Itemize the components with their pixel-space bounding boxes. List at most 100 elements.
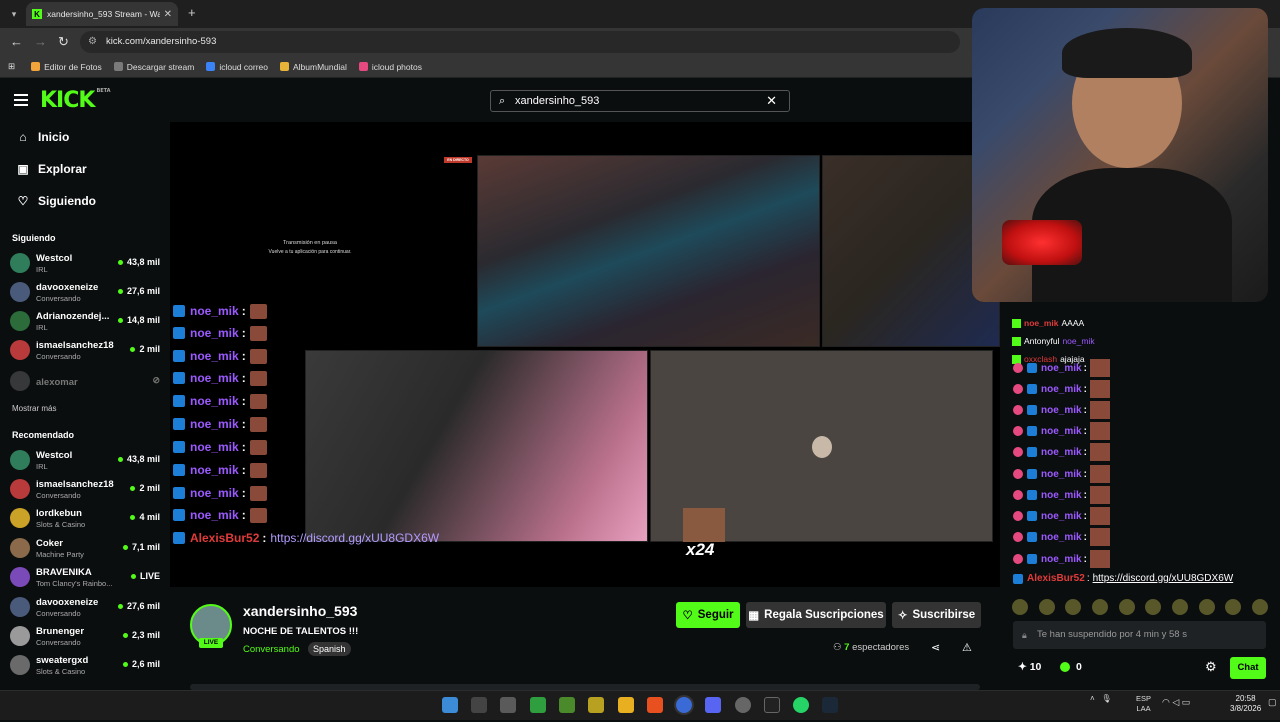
sidebar-channel[interactable]: sweatergxd Slots & Casino 2,6 mil: [10, 653, 160, 679]
sidebar-channel[interactable]: Adrianozendej... IRL 14,8 mil: [10, 309, 160, 335]
back-icon[interactable]: ←: [10, 34, 23, 50]
bookmark-item[interactable]: icloud photos: [358, 62, 422, 72]
close-tab-icon[interactable]: ✕: [164, 9, 172, 20]
notification-icon[interactable]: ▢: [1268, 697, 1277, 708]
sidebar-channel[interactable]: Westcol IRL 43,8 mil: [10, 251, 160, 277]
recommended-heading: Recomendado: [12, 430, 75, 440]
sidebar-channel[interactable]: davooxeneize Conversando 27,6 mil: [10, 280, 160, 306]
menu-icon[interactable]: [14, 94, 28, 106]
wifi-icon[interactable]: ◠ ◁ ▭: [1162, 697, 1190, 708]
channel-name[interactable]: xandersinho_593: [243, 603, 357, 619]
chat-line: noe_mik:: [1013, 421, 1110, 441]
emote[interactable]: [1012, 599, 1028, 615]
apps-icon[interactable]: ⊞: [8, 61, 15, 72]
language-tag[interactable]: Spanish: [308, 642, 351, 656]
chat-input[interactable]: 🔒︎ Te han suspendido por 4 min y 58 s: [1013, 621, 1266, 649]
sidebar-channel[interactable]: ismaelsanchez18 Conversando 2 mil: [10, 338, 160, 364]
emote[interactable]: [1038, 599, 1055, 615]
sidebar-channel[interactable]: BRAVENIKA Tom Clancy's Rainbo... LIVE: [10, 565, 160, 591]
bookmark-item[interactable]: Editor de Fotos: [31, 62, 102, 72]
viewer-count: ⚇ 7 espectadores: [833, 642, 910, 653]
start-icon[interactable]: [442, 697, 458, 713]
task-view-icon[interactable]: [471, 697, 487, 713]
sidebar-channel[interactable]: Brunenger Conversando 2,3 mil: [10, 624, 160, 650]
sidebar-channel[interactable]: ismaelsanchez18 Conversando 2 mil: [10, 477, 160, 503]
chat-send-button[interactable]: Chat: [1230, 657, 1266, 679]
badge-icon: [173, 464, 185, 476]
emote[interactable]: [1065, 599, 1082, 615]
bookmark-item[interactable]: icloud correo: [206, 62, 268, 72]
emote[interactable]: [1225, 599, 1242, 615]
badge-icon: [1013, 573, 1023, 584]
whatsapp-icon[interactable]: [793, 697, 809, 713]
emote: [249, 485, 267, 501]
kick-coins[interactable]: 0: [1060, 661, 1082, 673]
kick-logo[interactable]: KICK BETA: [40, 88, 111, 113]
browser-tab[interactable]: K xandersinho_593 Stream - Watch ✕: [26, 2, 178, 26]
emote[interactable]: [1091, 599, 1108, 615]
store-icon[interactable]: [500, 697, 516, 713]
nav-following[interactable]: ♡ Siguiendo: [16, 194, 96, 208]
overlay-chat-line: noe_mik:: [173, 391, 267, 411]
emote[interactable]: [1118, 599, 1135, 615]
brave-icon[interactable]: [647, 697, 663, 713]
emote[interactable]: [1251, 599, 1268, 615]
show-more-link[interactable]: Mostrar más: [12, 404, 56, 413]
chat-line-link: AlexisBur52: https://discord.gg/xUU8GDX6W: [1013, 573, 1233, 584]
subscribe-button[interactable]: ✧ Suscribirse: [892, 602, 981, 628]
game-icon[interactable]: [588, 697, 604, 713]
bookmark-icon: [280, 62, 289, 71]
steam-icon[interactable]: [822, 697, 838, 713]
sidebar-channel[interactable]: lordkebun Slots & Casino 4 mil: [10, 506, 160, 532]
report-icon[interactable]: ⚠: [962, 641, 972, 654]
sidebar-channel-offline[interactable]: alexomar ⊘: [10, 369, 160, 395]
following-heading: Siguiendo: [12, 233, 56, 243]
folder-icon[interactable]: [618, 697, 634, 713]
mic-icon[interactable]: 🎙︎: [1101, 694, 1111, 703]
nav-home[interactable]: ⌂ Inicio: [16, 130, 69, 144]
sidebar-channel[interactable]: Westcol IRL 43,8 mil: [10, 448, 160, 474]
xbox-icon[interactable]: [530, 697, 546, 713]
follow-button[interactable]: ♡ Seguir: [676, 602, 740, 628]
site-info-icon[interactable]: ⚙: [88, 31, 97, 53]
sidebar-channel[interactable]: davooxeneize Conversando 27,6 mil: [10, 595, 160, 621]
minecraft-icon[interactable]: [559, 697, 575, 713]
chat-link[interactable]: https://discord.gg/xUU8GDX6W: [1093, 573, 1234, 584]
chevron-up-icon[interactable]: ˄: [1090, 694, 1095, 703]
clear-search-icon[interactable]: ✕: [766, 91, 777, 111]
stream-category[interactable]: Conversando: [243, 644, 300, 655]
gift-subs-button[interactable]: ▦ Regala Suscripciones: [746, 602, 886, 628]
overlay-chat-line: noe_mik:: [173, 460, 267, 480]
emote: [1089, 359, 1110, 377]
emote[interactable]: [1198, 599, 1215, 615]
new-tab-button[interactable]: +: [188, 6, 196, 20]
bookmark-icon: [206, 62, 216, 71]
emote: [1089, 443, 1110, 461]
capcut-icon[interactable]: [764, 697, 780, 713]
emote[interactable]: [1145, 599, 1162, 615]
tab-search-icon[interactable]: ▾: [6, 6, 22, 22]
language-indicator[interactable]: ESP LAA: [1136, 694, 1151, 714]
emote[interactable]: [1171, 599, 1188, 615]
address-bar[interactable]: ⚙ kick.com/xandersinho-593: [80, 31, 960, 53]
bookmark-item[interactable]: Descargar stream: [113, 62, 194, 72]
sidebar-channel[interactable]: Coker Machine Party 7,1 mil: [10, 536, 160, 562]
reload-icon[interactable]: ↻: [58, 34, 69, 50]
app-icon[interactable]: [735, 697, 751, 713]
lock-icon: 🔒︎: [1022, 630, 1027, 640]
chrome-icon[interactable]: [676, 697, 692, 713]
clock[interactable]: 20:58 3/8/2026: [1230, 694, 1261, 714]
overlay-chat-line: noe_mik:: [173, 414, 267, 434]
emote: [249, 462, 267, 478]
nav-explore[interactable]: ▣ Explorar: [16, 162, 86, 176]
forward-icon[interactable]: →: [34, 34, 47, 50]
search-input[interactable]: ⌕ xandersinho_593 ✕: [490, 90, 790, 112]
discord-icon[interactable]: [705, 697, 721, 713]
bookmark-item[interactable]: AlbumMundial: [280, 62, 347, 72]
chat-line: noe_mik:: [1013, 549, 1110, 569]
system-tray[interactable]: ˄ 🎙︎: [1090, 694, 1112, 703]
heart-icon: ♡: [17, 194, 29, 208]
channel-points[interactable]: ✦ 10: [1018, 661, 1041, 673]
chat-settings-icon[interactable]: ⚙: [1205, 659, 1217, 675]
share-icon[interactable]: ⋖: [931, 641, 940, 654]
